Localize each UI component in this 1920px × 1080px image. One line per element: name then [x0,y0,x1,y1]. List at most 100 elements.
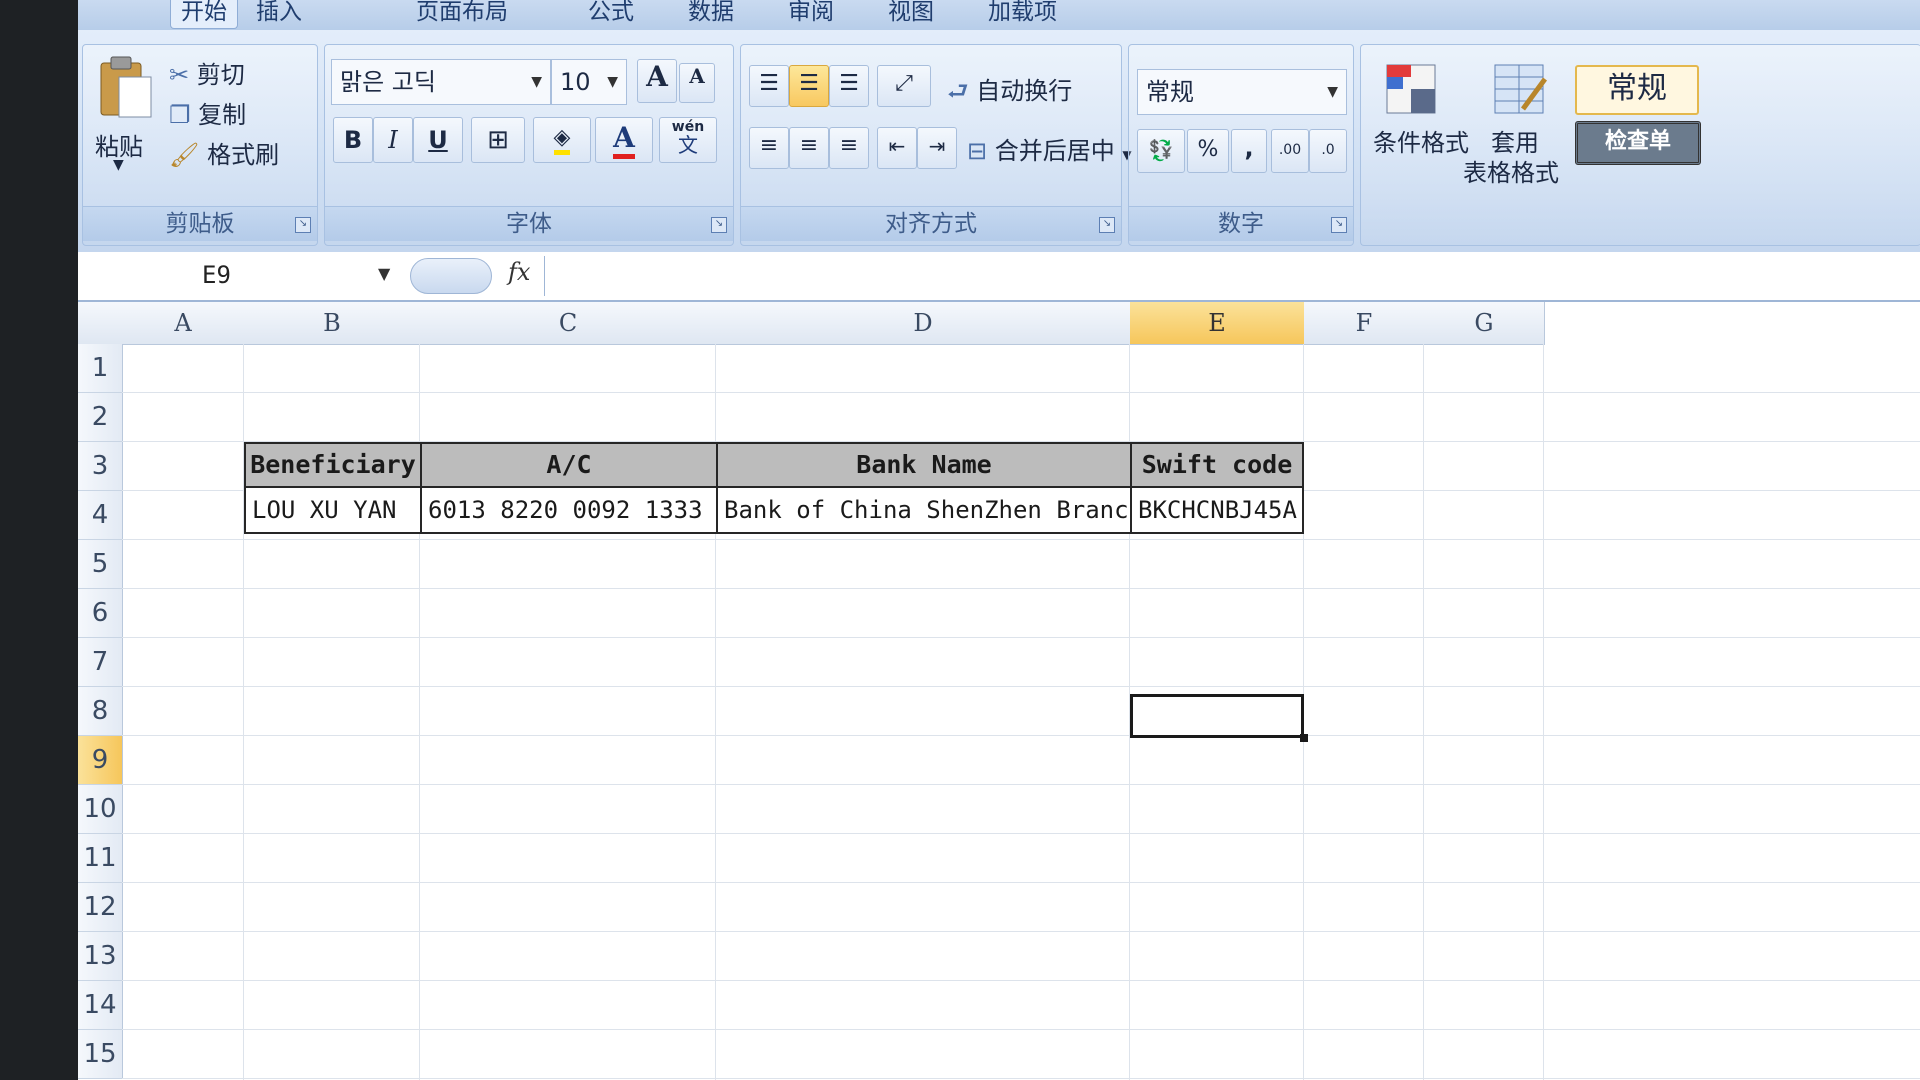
chevron-down-icon[interactable]: ▼ [378,264,390,283]
row-header-14[interactable]: 14 [78,981,123,1030]
cell-beneficiary[interactable]: LOU XU YAN [244,486,422,534]
shrink-font-button[interactable]: A [679,63,715,103]
align-center-button[interactable]: ≡ [789,127,829,169]
tab-review[interactable]: 审阅 [778,0,844,28]
italic-button[interactable]: I [373,117,413,163]
grow-font-button[interactable]: A [637,59,677,103]
row-header-10[interactable]: 10 [78,785,123,834]
tab-insert[interactable]: 插入 [246,0,312,28]
wrap-text-button[interactable]: ⮐ 自动换行 [947,71,1072,115]
copy-button[interactable]: ❐ 复制 [169,95,246,130]
name-box[interactable]: E9 [78,254,398,296]
increase-indent-button[interactable]: ⇥ [917,127,957,169]
row-header-7[interactable]: 7 [78,638,123,687]
tab-view[interactable]: 视图 [878,0,944,28]
wrap-text-label: 自动换行 [976,77,1073,105]
tab-addins[interactable]: 加载项 [978,0,1067,28]
row-header-5[interactable]: 5 [78,540,123,589]
active-cell-e9[interactable] [1130,694,1304,738]
column-header-a[interactable]: A [122,302,245,345]
row-gridline [122,539,1920,540]
row-header-1[interactable]: 1 [78,344,123,393]
comma-style-button[interactable]: , [1231,129,1267,173]
tab-data[interactable]: 数据 [678,0,744,28]
row-header-15[interactable]: 15 [78,1030,123,1079]
wrap-text-icon: ⮐ [947,77,969,105]
accounting-format-button[interactable]: 💱 [1137,129,1185,173]
conditional-formatting-button[interactable]: 条件格式 [1373,59,1469,157]
row-header-13[interactable]: 13 [78,932,123,981]
header-beneficiary[interactable]: Beneficiary [244,442,422,488]
increase-decimal-button[interactable]: .00 [1271,129,1309,173]
insert-function-button[interactable]: fx [508,258,530,286]
font-size-combo[interactable]: 10 ▼ [551,59,627,105]
clipboard-dialog-launcher[interactable]: ↘ [295,217,311,233]
fill-color-button[interactable]: ◈ [533,117,591,163]
formula-bar-splitter[interactable] [410,258,492,294]
row-header-12[interactable]: 12 [78,883,123,932]
align-left-button[interactable]: ≡ [749,127,789,169]
decrease-decimal-button[interactable]: .0 [1309,129,1347,173]
column-header-e[interactable]: E [1130,302,1305,345]
font-color-button[interactable]: A [595,117,653,163]
tab-formulas[interactable]: 公式 [578,0,644,28]
number-format-combo[interactable]: 常规 ▼ [1137,69,1347,115]
number-group-label: 数字 [1129,206,1353,241]
align-right-button[interactable]: ≡ [829,127,869,169]
align-middle-button[interactable]: ☰ [789,65,829,107]
select-all-button[interactable] [78,302,123,345]
underline-button[interactable]: U [413,117,463,163]
paste-icon [100,56,152,118]
tab-home[interactable]: 开始 [170,0,238,29]
cell-bank-name[interactable]: Bank of China ShenZhen Branch [716,486,1132,534]
row-header-3[interactable]: 3 [78,442,123,491]
row-header-4[interactable]: 4 [78,491,123,540]
cell-swift-code[interactable]: BKCHCNBJ45A [1130,486,1304,534]
format-painter-button[interactable]: 🖌 格式刷 [169,135,279,170]
column-header-g[interactable]: G [1424,302,1545,345]
decrease-indent-button[interactable]: ⇤ [877,127,917,169]
header-swift-code[interactable]: Swift code [1130,442,1304,488]
format-as-table-button[interactable]: 套用 表格格式 [1463,59,1559,187]
column-header-f[interactable]: F [1304,302,1425,345]
column-header-d[interactable]: D [716,302,1131,345]
chevron-down-icon: ▼ [607,74,618,90]
number-dialog-launcher[interactable]: ↘ [1331,217,1347,233]
header-account[interactable]: A/C [420,442,718,488]
cell-style-check[interactable]: 检查单 [1575,121,1701,165]
font-size-value: 10 [560,68,591,96]
ribbon: 粘贴 ▼ ✂ 剪切 ❐ 复制 🖌 格式刷 剪贴板 ↘ 맑은 고딕 ▼ 10 ▼ … [78,30,1920,253]
paste-dropdown-icon[interactable]: ▼ [113,157,124,173]
phonetic-guide-button[interactable]: wén 文 [659,117,717,163]
row-header-11[interactable]: 11 [78,834,123,883]
column-header-c[interactable]: C [420,302,717,345]
alignment-dialog-launcher[interactable]: ↘ [1099,217,1115,233]
font-group: 맑은 고딕 ▼ 10 ▼ A A B I U ⊞ ◈ A wén 文 字体 ↘ [324,44,734,246]
align-bottom-button[interactable]: ☰ [829,65,869,107]
row-header-6[interactable]: 6 [78,589,123,638]
font-name-combo[interactable]: 맑은 고딕 ▼ [331,59,551,105]
orientation-button[interactable]: ⤢ [877,65,931,107]
align-top-button[interactable]: ☰ [749,65,789,107]
row-header-9[interactable]: 9 [78,736,123,785]
paste-button[interactable]: 粘贴 ▼ [95,53,155,173]
merge-center-button[interactable]: ⊟ 合并后居中 ▼ [967,131,1132,166]
copy-label: 复制 [198,101,247,129]
font-dialog-launcher[interactable]: ↘ [711,217,727,233]
row-header-8[interactable]: 8 [78,687,123,736]
column-header-b[interactable]: B [244,302,421,345]
row-header-2[interactable]: 2 [78,393,123,442]
tab-page-layout[interactable]: 页面布局 [406,0,518,28]
clipboard-group-label: 剪贴板 [83,206,317,241]
bold-button[interactable]: B [333,117,373,163]
percent-button[interactable]: % [1187,129,1229,173]
chevron-down-icon: ▼ [531,74,542,90]
borders-button[interactable]: ⊞ [471,117,525,163]
cut-button[interactable]: ✂ 剪切 [169,55,245,90]
fill-handle[interactable] [1300,734,1308,742]
cell-account[interactable]: 6013 8220 0092 1333 079 [420,486,718,534]
header-bank-name[interactable]: Bank Name [716,442,1132,488]
merge-cells-icon: ⊟ [967,137,988,165]
cell-style-normal[interactable]: 常规 [1575,65,1699,115]
formula-input[interactable] [544,256,1920,296]
